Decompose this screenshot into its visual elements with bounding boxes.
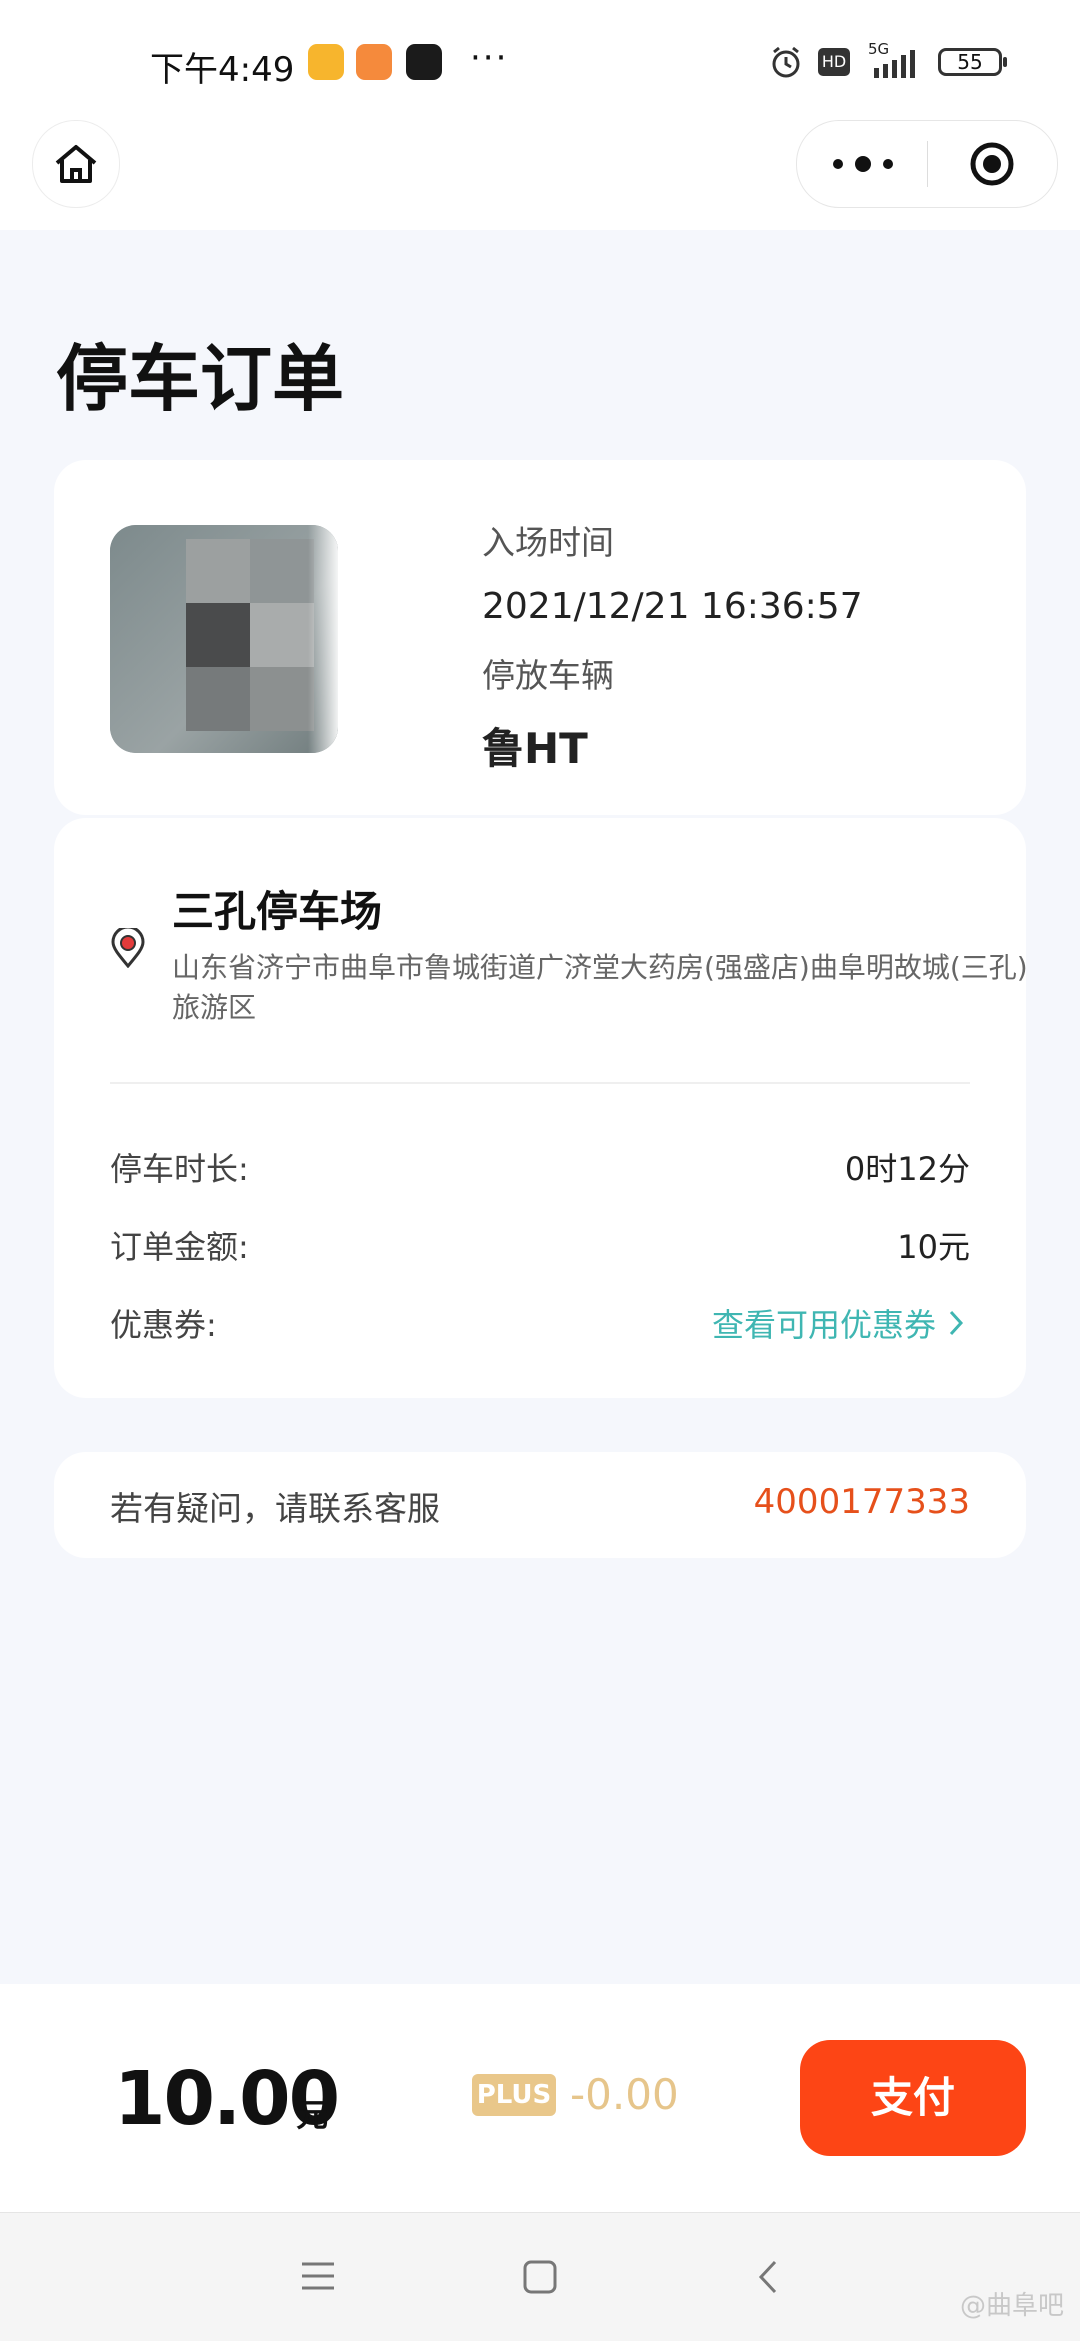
shopping-app-icon bbox=[356, 44, 392, 80]
more-dots-icon[interactable] bbox=[833, 147, 893, 181]
plate-number: 鲁HT bbox=[482, 724, 588, 773]
page-title: 停车订单 bbox=[56, 337, 345, 421]
plus-badge: PLUS bbox=[472, 2074, 556, 2116]
parking-detail-card: 三孔停车场 山东省济宁市曲阜市鲁城街道广济堂大药房(强盛店)曲阜明故城(三孔)旅… bbox=[54, 818, 1028, 1398]
parking-lot-name: 三孔停车场 bbox=[172, 887, 383, 936]
currency-unit: 元 bbox=[296, 2096, 329, 2134]
capsule-menu bbox=[796, 120, 1058, 208]
mosaic-block bbox=[186, 667, 250, 731]
target-circle-icon[interactable] bbox=[969, 141, 1015, 187]
back-icon[interactable] bbox=[756, 2259, 780, 2295]
payment-bar: 10.00 元 PLUS -0.00 支付 bbox=[0, 1984, 1080, 2212]
menu-icon[interactable] bbox=[300, 2259, 336, 2293]
hd-badge: HD bbox=[818, 48, 850, 76]
duration-label: 停车时长: bbox=[110, 1150, 249, 1188]
amount-row: 订单金额: 10元 bbox=[110, 1222, 970, 1272]
entry-time-value: 2021/12/21 16:36:57 bbox=[482, 586, 863, 627]
car-photo[interactable] bbox=[110, 525, 338, 753]
mosaic-block bbox=[250, 603, 314, 667]
system-nav-bar: @曲阜吧 bbox=[0, 2212, 1080, 2341]
home-square-icon[interactable] bbox=[522, 2259, 558, 2295]
duration-row: 停车时长: 0时12分 bbox=[110, 1144, 970, 1194]
entry-time-label: 入场时间 bbox=[482, 523, 614, 562]
chevron-right-icon[interactable] bbox=[946, 1308, 966, 1338]
divider bbox=[110, 1082, 970, 1084]
status-time: 下午4:49 bbox=[150, 50, 295, 90]
entry-info: 入场时间 2021/12/21 16:36:57 停放车辆 鲁HT bbox=[482, 516, 863, 776]
home-icon bbox=[55, 145, 97, 183]
location-pin-icon bbox=[111, 928, 145, 968]
coupon-link-text[interactable]: 查看可用优惠券 bbox=[712, 1306, 936, 1344]
capsule-divider bbox=[927, 141, 928, 187]
signal-icon bbox=[874, 50, 915, 78]
battery-tip bbox=[1003, 57, 1007, 67]
contact-prompt: 若有疑问，请联系客服 bbox=[110, 1489, 440, 1528]
alarm-icon bbox=[772, 46, 800, 78]
tiktok-app-icon bbox=[406, 44, 442, 80]
coupon-row: 优惠券: 查看可用优惠券 bbox=[110, 1300, 970, 1350]
order-summary-card: 入场时间 2021/12/21 16:36:57 停放车辆 鲁HT bbox=[54, 460, 1026, 815]
mosaic-block bbox=[186, 603, 250, 667]
customer-service-phone[interactable]: 4000177333 bbox=[754, 1482, 970, 1522]
mosaic-block bbox=[186, 539, 250, 603]
plus-discount: -0.00 bbox=[570, 2070, 679, 2119]
battery-icon: 55 bbox=[938, 48, 1002, 76]
coupon-link[interactable]: 查看可用优惠券 bbox=[712, 1300, 970, 1346]
duration-value: 0时12分 bbox=[844, 1150, 970, 1188]
coupon-label: 优惠券: bbox=[110, 1306, 217, 1344]
photo-fade bbox=[308, 525, 338, 753]
watermark: @曲阜吧 bbox=[959, 2291, 1064, 2321]
parking-lot-address: 山东省济宁市曲阜市鲁城街道广济堂大药房(强盛店)曲阜明故城(三孔)旅游区 bbox=[172, 951, 1028, 1024]
amount-label: 订单金额: bbox=[110, 1228, 249, 1266]
status-bar: 下午4:49 ··· HD 5G 55 bbox=[0, 0, 1080, 125]
vehicle-label: 停放车辆 bbox=[482, 656, 614, 695]
pay-button[interactable]: 支付 bbox=[800, 2040, 1026, 2156]
message-app-icon bbox=[308, 44, 344, 80]
mosaic-block bbox=[250, 667, 314, 731]
status-more-icon: ··· bbox=[470, 38, 509, 78]
contact-card: 若有疑问，请联系客服 4000177333 bbox=[54, 1452, 1026, 1558]
mosaic-block bbox=[250, 539, 314, 603]
amount-value: 10元 bbox=[897, 1228, 970, 1266]
home-button[interactable] bbox=[32, 120, 120, 208]
